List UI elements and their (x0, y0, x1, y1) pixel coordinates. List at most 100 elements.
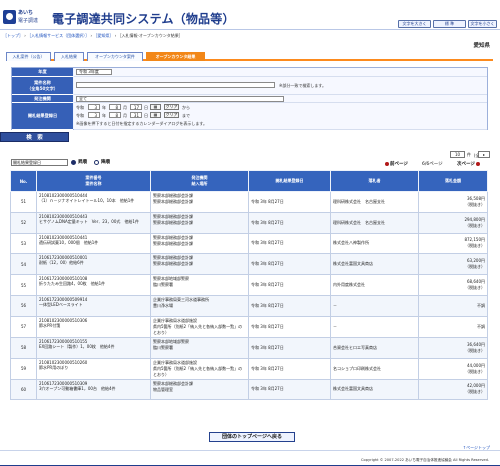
delivery-place: 警察本部総務部会計課 (153, 219, 193, 225)
to-month-input[interactable]: 8 (109, 112, 121, 118)
from-month-unit: 月 (123, 105, 127, 110)
case-cell[interactable]: 2106172300000510155 EX回路シート（製作）1，00枚 他給4件 (36, 336, 151, 359)
tax-note: （税抜き） (465, 368, 485, 374)
tab-bid-results[interactable]: 入札結果 (54, 52, 84, 61)
to-clear-button[interactable]: クリア (164, 112, 179, 118)
from-year-input[interactable]: 3 (88, 104, 100, 110)
page-size-select[interactable]: 10 (450, 151, 465, 158)
tab-open-counter-cases[interactable]: オープンカウンタ案件 (87, 52, 143, 61)
sort-ascending-label: 昇順 (78, 160, 87, 165)
from-day-input[interactable]: 17 (130, 104, 142, 110)
sort-field-select[interactable]: 開札結果登録日 (11, 159, 68, 166)
footer: Copyright © 2007-2022 あいち電子自治体推進協議会 All … (0, 450, 500, 466)
from-text: から (182, 105, 190, 110)
from-clear-button[interactable]: クリア (164, 104, 179, 110)
table-row[interactable]: 56 2106172300000509914 一体型LEDベースライト 企業庁事務局東… (10, 294, 488, 317)
table-row[interactable]: 58 2106172300000510155 EX回路シート（製作）1，00枚 他給… (10, 336, 488, 359)
fiscal-year-select[interactable]: 令和 3年度 (76, 69, 112, 75)
row-number: 54 (10, 253, 37, 276)
table-row[interactable]: 51 2108102300000510444 （1）ｎ－ジナオイトレイトール10，1… (10, 191, 488, 213)
table-row[interactable]: 54 2106172300000510001 耐紙（12，00）他給6件 警察本部総務… (10, 253, 488, 276)
case-name-label: 案件名称 （全角50文字） (12, 77, 73, 95)
case-name[interactable]: 耐紙（12，00）他給6件 (39, 260, 148, 266)
case-name[interactable]: 一体型LEDベースライト (39, 302, 148, 308)
case-cell[interactable]: 2108102300000510443 ヒサゲノムDNA定量キット Ver．23，… (36, 211, 151, 234)
table-row[interactable]: 52 2108102300000510443 ヒサゲノムDNA定量キット Ver．2… (10, 211, 488, 234)
case-cell[interactable]: 2106172300000510309 3穴オープン可動箱書庫1，00台 他給4件 (36, 378, 151, 401)
system-title: 電子調達共同システム（物品等） (52, 12, 235, 26)
winner: 名コショプロ印刷株式会社 (330, 357, 419, 380)
sort-descending-radio[interactable] (94, 160, 99, 165)
delivery-place: 臨川警察署 (153, 282, 173, 288)
font-small-button[interactable]: 文字を小さく (468, 20, 497, 28)
case-cell[interactable]: 2108102300000510441 遺伝研試薬10，000個 他給1件 (36, 232, 151, 255)
amount-cell: 不調 (418, 294, 488, 317)
case-name-input[interactable] (76, 82, 275, 88)
table-row[interactable]: 57 2108102300000510306 節水PR付箋 企業庁事務局水道部施設 県内… (10, 315, 488, 338)
case-cell[interactable]: 2106172300000510108 折りたたみ生回路4，00枚 他給1件 (36, 274, 151, 296)
registration-date: 令和 3年 8月27日 (248, 232, 331, 255)
case-name[interactable]: 折りたたみ生回路4，00枚 他給1件 (39, 281, 148, 287)
case-name[interactable]: （1）ｎ－ジナオイトレイトール10，10本 他給1件 (39, 198, 148, 204)
breadcrumb-top-link[interactable]: ［トップ］ (3, 33, 23, 38)
case-name[interactable]: 遺伝研試薬10，000個 他給1件 (39, 240, 148, 246)
from-era: 令和 (76, 105, 84, 110)
table-row[interactable]: 55 2106172300000510108 折りたたみ生回路4，00枚 他給1件警… (10, 274, 488, 296)
to-year-unit: 年 (102, 113, 106, 118)
page-size-display-button[interactable]: ▸ (478, 151, 490, 158)
column-organization: 発注機関 納入場所 (150, 170, 249, 192)
case-cell[interactable]: 2106172300000509914 一体型LEDベースライト (36, 294, 151, 317)
table-row[interactable]: 53 2108102300000510441 遺伝研試薬10，000個 他給1件 警察… (10, 232, 488, 255)
font-standard-button[interactable]: 標 準 (433, 20, 466, 28)
winner: 内外用度株式会社 (330, 274, 419, 296)
case-cell[interactable]: 2108102300000510444 （1）ｎ－ジナオイトレイトール10，10本… (36, 191, 151, 213)
table-row[interactable]: 59 2108102300000510260 節水PR用のぼり 企業庁事務局水道部施設… (10, 357, 488, 380)
tab-bid-notices[interactable]: 入札案件（公告） (6, 52, 51, 61)
sort-descending-label: 降順 (101, 160, 110, 165)
column-winner: 落札者 (330, 170, 419, 192)
row-number: 51 (10, 191, 37, 213)
sort-ascending-radio[interactable] (71, 160, 76, 165)
case-cell[interactable]: 2106172300000510001 耐紙（12，00）他給6件 (36, 253, 151, 276)
organization-cell: 警察本部地域部警察 臨川警察署 (150, 336, 249, 359)
case-name[interactable]: ヒサゲノムDNA定量キット Ver．23，00式 他給1件 (39, 219, 148, 225)
case-name[interactable]: 3穴オープン可動箱書庫1，00台 他給4件 (39, 386, 148, 392)
next-page-link[interactable]: 次ページ (457, 161, 481, 167)
tab-open-counter-results[interactable]: オープンカウンタ結果 (146, 52, 205, 61)
ordering-organization-select[interactable]: 全て (76, 96, 284, 102)
tax-note: （税抜き） (465, 222, 485, 228)
case-name[interactable]: 節水PR用のぼり (39, 365, 148, 371)
tax-note: （税抜き） (465, 201, 485, 207)
table-row[interactable]: 60 2106172300000510309 3穴オープン可動箱書庫1，00台 他給… (10, 378, 488, 401)
case-name[interactable]: 節水PR付箋 (39, 323, 148, 329)
winner: 株式会社八神製作所 (330, 232, 419, 255)
delivery-place: 警察本部総務部会計課 (153, 199, 193, 204)
opening-date-row: 令和 3 年 8 月 17 日 ▦ クリア から 令和 3 年 8 月 31 日… (74, 103, 487, 130)
fiscal-year-row: 令和 3年度 (74, 68, 487, 77)
winner: 理科研株式会社 名古屋支社 (330, 191, 419, 213)
previous-page-link[interactable]: 前ページ (385, 161, 408, 167)
breadcrumb-menu-link[interactable]: ［愛知県］ (93, 33, 113, 38)
to-calendar-icon[interactable]: ▦ (150, 112, 161, 118)
table-header-row: No. 案件番号 案件名称 発注機関 納入場所 開札結果登録日 落札者 落札金額 (10, 170, 488, 192)
to-day-input[interactable]: 31 (130, 112, 142, 118)
row-number: 53 (10, 232, 37, 255)
tax-note: （税抜き） (465, 285, 485, 291)
to-day-value: 31 (133, 113, 139, 118)
case-cell[interactable]: 2108102300000510260 節水PR用のぼり (36, 357, 151, 380)
copyright-text: Copyright © 2007-2022 あいち電子自治体推進協議会 All … (361, 458, 489, 462)
search-button[interactable]: 検 索 (0, 132, 69, 142)
return-to-organization-top-button[interactable]: 団体のトップページへ戻る (209, 432, 295, 442)
region-name: 愛知県 (473, 43, 490, 49)
from-month-input[interactable]: 8 (109, 104, 121, 110)
column-no: No. (10, 170, 37, 192)
organization-cell: 警察本部総務部会計課 警察本部総務部会計課 (150, 211, 249, 234)
to-year-input[interactable]: 3 (88, 112, 100, 118)
from-calendar-icon[interactable]: ▦ (150, 104, 161, 110)
breadcrumb-service-link[interactable]: ［入札情報サービス（団体選択）］ (27, 33, 89, 38)
next-page-icon (475, 161, 480, 166)
font-large-button[interactable]: 文字を大きく (398, 20, 431, 28)
row-number: 52 (10, 211, 37, 234)
case-name[interactable]: EX回路シート（製作）1，00枚 他給4件 (39, 344, 148, 350)
case-cell[interactable]: 2108102300000510306 節水PR付箋 (36, 315, 151, 338)
